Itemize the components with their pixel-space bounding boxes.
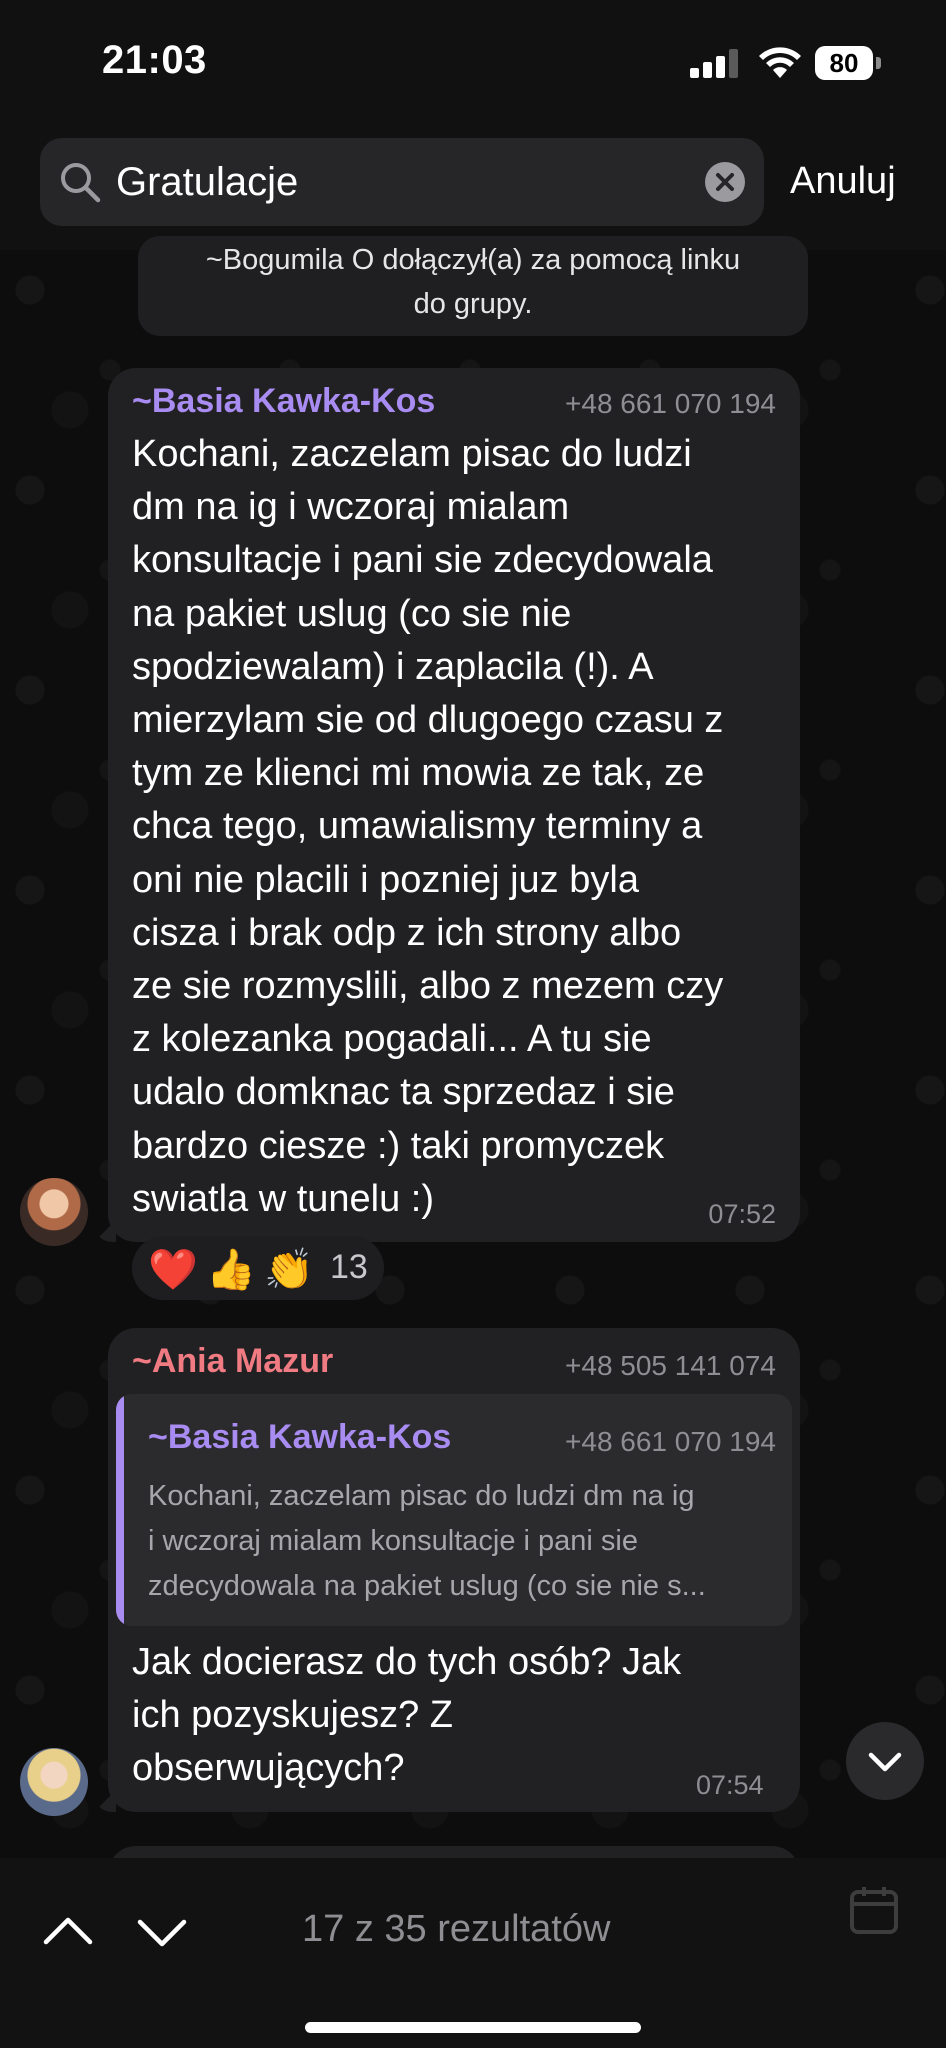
battery-level: 80 [815, 46, 873, 80]
search-icon [61, 163, 101, 203]
message-text: Jak docierasz do tych osób? Jak ich pozy… [132, 1641, 682, 1790]
search-header: Gratulacje Anuluj [0, 120, 946, 250]
quote-sender: ~Basia Kawka-Kos [148, 1418, 452, 1456]
message-text: Kochani, zaczelam pisac do ludzi dm na i… [132, 433, 724, 1220]
reaction-thumbs-up[interactable]: 👍 [206, 1246, 256, 1293]
clear-icon [716, 173, 734, 191]
message-time: 07:54 [696, 1770, 764, 1800]
reaction-clap[interactable]: 👏 [264, 1246, 314, 1293]
reactions[interactable]: ❤️ 👍 👏 13 [132, 1236, 384, 1300]
wifi-icon [759, 47, 801, 78]
scroll-to-bottom-button[interactable] [846, 1722, 924, 1800]
avatar[interactable] [20, 1178, 88, 1246]
search-query[interactable]: Gratulacje [116, 160, 298, 205]
reaction-count: 13 [330, 1248, 368, 1286]
chevron-down-icon [868, 1752, 902, 1772]
clear-search-button[interactable] [705, 162, 745, 202]
service-message-line: ~Bogumila O dołączył(a) za pomocą linku [205, 244, 741, 276]
message-time: 07:52 [708, 1199, 776, 1229]
quote-phone: +48 661 070 194 [565, 1426, 776, 1457]
reply-quote[interactable]: ~Basia Kawka-Kos +48 661 070 194 Kochani… [116, 1394, 792, 1626]
sender-phone: +48 661 070 194 [565, 388, 776, 419]
battery-icon: 80 [815, 46, 881, 80]
message-bubble[interactable]: ~Basia Kawka-Kos +48 661 070 194 Kochani… [108, 368, 800, 1242]
sender-name[interactable]: ~Ania Mazur [132, 1342, 333, 1381]
calendar-icon[interactable] [848, 1884, 904, 1940]
search-results-bar: 17 z 35 rezultatów [0, 1858, 946, 2048]
chevron-down-icon[interactable] [134, 1910, 190, 1954]
reaction-heart[interactable]: ❤️ [148, 1246, 198, 1293]
quote-text: Kochani, zaczelam pisac do ludzi dm na i… [148, 1480, 706, 1602]
service-message: ~Bogumila O dołączył(a) za pomocą linku … [138, 236, 808, 336]
sender-phone: +48 505 141 074 [565, 1350, 776, 1381]
cellular-signal-icon [690, 48, 740, 78]
sender-name[interactable]: ~Basia Kawka-Kos [132, 382, 435, 421]
status-bar: 21:03 80 [0, 0, 946, 120]
cancel-button[interactable]: Anuluj [790, 160, 896, 203]
avatar[interactable] [20, 1748, 88, 1816]
quote-accent-bar [116, 1394, 124, 1626]
home-indicator [305, 2022, 641, 2033]
status-time: 21:03 [102, 38, 207, 82]
chevron-up-icon[interactable] [40, 1910, 96, 1954]
service-message-line: do grupy. [413, 288, 533, 320]
search-input[interactable]: Gratulacje [40, 138, 764, 226]
results-counter: 17 z 35 rezultatów [302, 1908, 611, 1950]
